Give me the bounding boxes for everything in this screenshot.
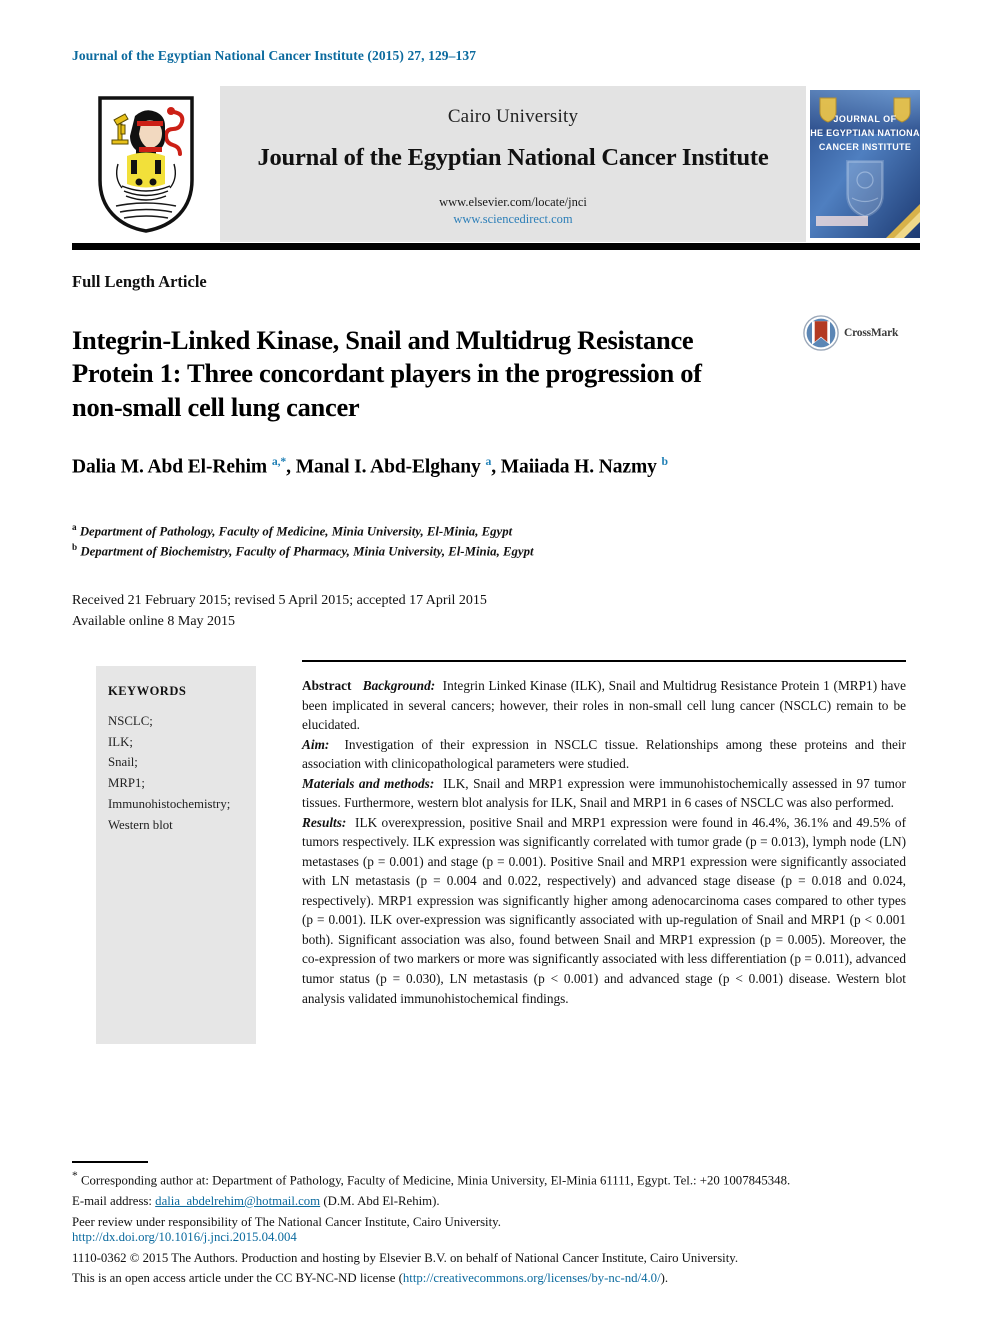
available-online-line: Available online 8 May 2015 <box>72 614 236 630</box>
university-name: Cairo University <box>447 106 579 128</box>
affiliation-list: a Department of Pathology, Faculty of Me… <box>72 521 832 561</box>
abstract-body: Abstract Background: Integrin Linked Kin… <box>302 676 906 1008</box>
keywords-list: NSCLC; ILK; Snail; MRP1; Immunohistochem… <box>108 711 256 835</box>
license-block: http://dx.doi.org/10.1016/j.jnci.2015.04… <box>72 1227 942 1289</box>
keyword-item: Snail; <box>108 755 138 770</box>
journal-cover-icon: JOURNAL OF THE EGYPTIAN NATIONAL CANCER … <box>810 90 920 238</box>
sciencedirect-url[interactable]: www.sciencedirect.com <box>453 211 572 228</box>
keywords-box: KEYWORDS NSCLC; ILK; Snail; MRP1; Immuno… <box>96 666 256 1044</box>
crossmark-label: CrossMark <box>844 327 899 339</box>
affiliation-marker-b: b <box>72 542 78 553</box>
footnote-block: * Corresponding author at: Department of… <box>72 1167 922 1232</box>
svg-text:JOURNAL OF: JOURNAL OF <box>833 114 896 124</box>
email-label: E-mail address: <box>72 1193 152 1208</box>
keyword-item: ILK; <box>108 734 133 749</box>
keyword-item: Immunohistochemistry; <box>108 796 231 811</box>
abstract-text-results: ILK overexpression, positive Snail and M… <box>302 814 906 1006</box>
article-page: Journal of the Egyptian National Cancer … <box>0 0 992 1323</box>
affiliation-text-b: Department of Biochemistry, Faculty of P… <box>80 544 534 559</box>
abstract-section-background: Abstract Background: Integrin Linked Kin… <box>302 676 906 735</box>
keywords-heading: KEYWORDS <box>108 684 187 698</box>
running-head: Journal of the Egyptian National Cancer … <box>72 48 477 63</box>
asterisk-marker: * <box>72 1170 78 1182</box>
open-access-suffix: ). <box>660 1271 669 1286</box>
affiliation-marker-a: a <box>72 522 77 532</box>
abstract-section-aim: Aim: Investigation of their expression i… <box>302 735 906 774</box>
abstract-heading-aim: Aim: <box>302 736 330 752</box>
abstract-section-methods: Materials and methods: ILK, Snail and MR… <box>302 774 906 813</box>
journal-title: Journal of the Egyptian National Cancer … <box>257 144 769 172</box>
abstract-heading-results: Results: <box>302 814 347 830</box>
abstract-top-rule <box>302 660 906 662</box>
masthead-center: Cairo University Journal of the Egyptian… <box>220 86 806 242</box>
journal-masthead: Cairo University Journal of the Egyptian… <box>72 86 920 242</box>
keyword-item: MRP1; <box>108 776 145 791</box>
elsevier-url[interactable]: www.elsevier.com/locate/jnci <box>439 194 587 211</box>
open-access-prefix: This is an open access article under the… <box>72 1271 403 1286</box>
received-revised-accepted-line: Received 21 February 2015; revised 5 Apr… <box>72 593 487 608</box>
email-note: E-mail address: dalia_abdelrehim@hotmail… <box>72 1191 922 1212</box>
keyword-item: NSCLC; <box>108 714 153 728</box>
affiliation-text-a: Department of Pathology, Faculty of Medi… <box>79 524 513 539</box>
email-owner: (D.M. Abd El-Rehim). <box>323 1193 440 1208</box>
abstract-label: Abstract <box>302 678 352 693</box>
copyright-line: 1110-0362 © 2015 The Authors. Production… <box>72 1250 739 1265</box>
footnote-rule <box>72 1161 148 1163</box>
affiliation-b: b Department of Biochemistry, Faculty of… <box>72 541 832 561</box>
open-access-line: This is an open access article under the… <box>72 1268 942 1289</box>
article-type-label: Full Length Article <box>72 272 207 291</box>
cairo-university-crest-icon <box>98 96 194 233</box>
masthead-divider <box>72 243 920 250</box>
email-link[interactable]: dalia_abdelrehim@hotmail.com <box>155 1194 320 1208</box>
journal-cover-container: JOURNAL OF THE EGYPTIAN NATIONAL CANCER … <box>806 86 920 242</box>
svg-text:CANCER INSTITUTE: CANCER INSTITUTE <box>819 142 911 152</box>
license-url-link[interactable]: http://creativecommons.org/licenses/by-n… <box>403 1271 661 1285</box>
corresponding-author-text: Corresponding author at: Department of P… <box>80 1173 791 1188</box>
keyword-item: Western blot <box>108 817 173 832</box>
cairo-university-crest-container <box>72 86 220 242</box>
author-list: Dalia M. Abd El-Rehim a,*, Manal I. Abd-… <box>72 455 668 478</box>
svg-text:THE EGYPTIAN NATIONAL: THE EGYPTIAN NATIONAL <box>810 128 920 138</box>
abstract-heading-background: Background: <box>362 678 436 693</box>
publication-dates: Received 21 February 2015; revised 5 Apr… <box>72 590 832 633</box>
affiliation-a: a Department of Pathology, Faculty of Me… <box>72 521 832 541</box>
abstract-text-aim: Investigation of their expression in NSC… <box>302 736 907 772</box>
corresponding-author-note: * Corresponding author at: Department of… <box>72 1167 922 1191</box>
abstract-heading-methods: Materials and methods: <box>302 775 435 791</box>
crossmark-icon <box>803 315 839 351</box>
doi-link[interactable]: http://dx.doi.org/10.1016/j.jnci.2015.04… <box>72 1227 942 1248</box>
abstract-section-results: Results: ILK overexpression, positive Sn… <box>302 813 906 1008</box>
page-title: Integrin-Linked Kinase, Snail and Multid… <box>72 324 702 423</box>
crossmark-badge[interactable]: CrossMark <box>803 313 908 353</box>
